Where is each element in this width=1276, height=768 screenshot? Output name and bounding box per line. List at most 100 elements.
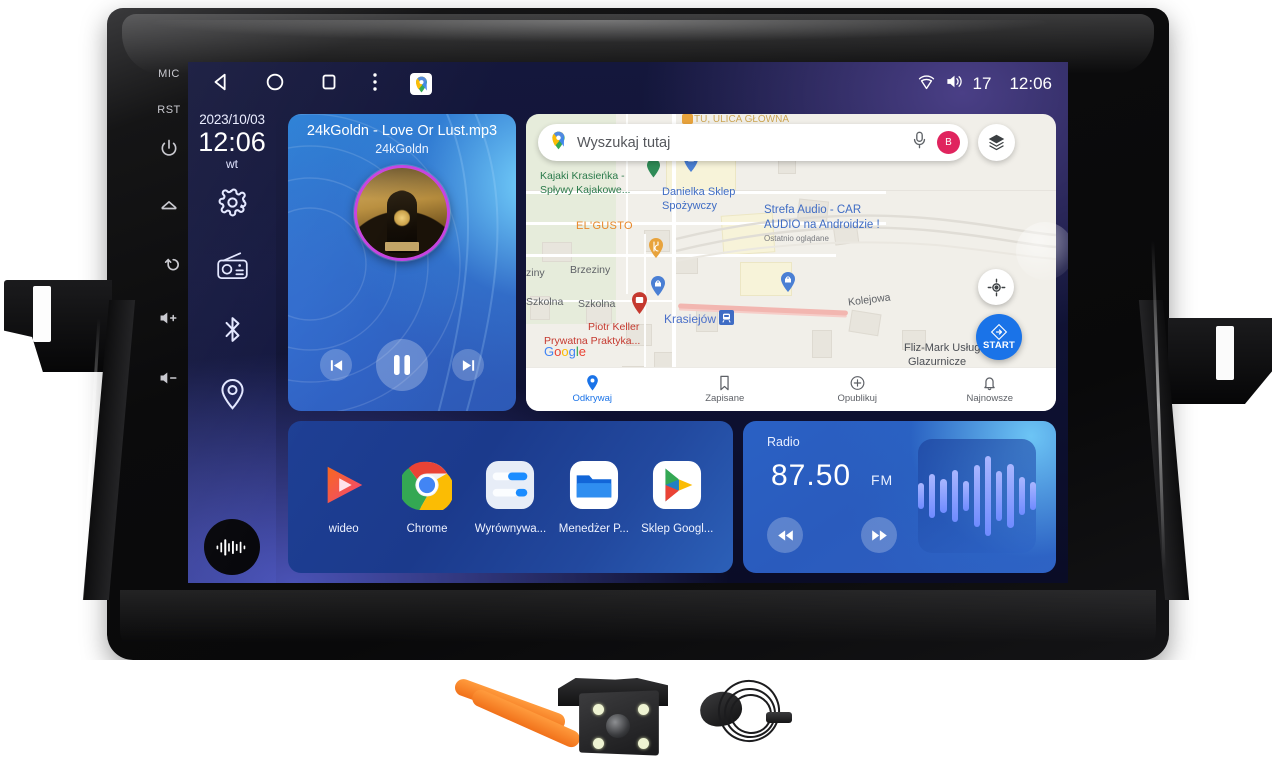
volume-status (945, 73, 964, 95)
nav-back-button[interactable] (210, 71, 232, 98)
next-track-button[interactable] (452, 349, 484, 381)
viz-bar (962, 481, 969, 511)
start-button-label: START (983, 340, 1015, 351)
viz-bar (996, 471, 1003, 521)
chrome-icon (402, 461, 453, 510)
account-avatar[interactable]: B (937, 131, 960, 154)
google-play-icon (653, 460, 702, 510)
sidebar-item-bluetooth[interactable] (220, 314, 245, 350)
volume-down-button[interactable] (150, 370, 188, 386)
play-pause-button[interactable] (376, 339, 428, 391)
sidebar-clock: 12:06 (198, 127, 266, 157)
back-button[interactable] (150, 253, 188, 273)
bell-icon (984, 377, 995, 391)
app-shortcut-video[interactable]: wideo (304, 459, 384, 535)
train-icon (722, 313, 731, 323)
radio-widget[interactable]: Radio 87.50 FM (743, 421, 1056, 573)
radio-visualizer (917, 439, 1037, 553)
music-player-widget[interactable]: 24kGoldn - Love Or Lust.mp3 24kGoldn (288, 114, 516, 411)
sidebar-weekday: wt (226, 157, 238, 172)
map-station-badge[interactable] (719, 310, 734, 325)
app-shortcut-file-manager[interactable]: Menedżer P... (554, 459, 634, 535)
wifi-status (917, 73, 936, 95)
radio-seek-up-button[interactable] (861, 517, 897, 553)
touchscreen[interactable]: 17 12:06 2023/10/03 12:06 wt 24kGoldn - … (188, 62, 1068, 583)
radio-frequency: 87.50 (771, 459, 852, 492)
map-poi-marker (682, 114, 693, 124)
map-pin-restaurant[interactable] (648, 238, 664, 258)
viz-bar (1018, 477, 1025, 515)
map-pin-clinic[interactable] (631, 292, 648, 314)
map-bottom-nav: Odkrywaj Zapisane Opublikuj Najnowsze (526, 367, 1056, 411)
app-shortcut-equalizer[interactable]: Wyrównywa... (470, 459, 550, 535)
power-button[interactable] (150, 138, 188, 158)
home-button[interactable] (150, 196, 188, 216)
sidebar-item-radio[interactable] (216, 251, 249, 286)
map-nav-label: Odkrywaj (572, 393, 613, 404)
left-bracket-slot (33, 286, 51, 342)
viz-bar (951, 470, 958, 522)
map-pin-store[interactable] (650, 276, 666, 296)
product-photo: MIC RST 17 12:06 2023/10/03 12:06 wt 24k… (0, 0, 1276, 768)
map-label-poi: AUDIO na Androidzie ! (764, 219, 880, 231)
map-nav-updates[interactable]: Najnowsze (924, 375, 1057, 404)
power-icon (161, 139, 177, 156)
physical-key-column: MIC RST (150, 62, 188, 582)
map-layers-button[interactable] (978, 124, 1015, 161)
back-icon (164, 258, 179, 271)
statusbar-app-icon[interactable] (410, 73, 432, 95)
radio-icon (216, 252, 248, 280)
audio-wave-button[interactable] (204, 519, 260, 575)
volume-down-icon (160, 372, 177, 384)
map-nav-label: Opublikuj (837, 393, 878, 404)
nav-recents-button[interactable] (318, 71, 340, 98)
seek-up-icon (871, 529, 887, 541)
app-label: wideo (328, 523, 359, 535)
my-location-button[interactable] (978, 269, 1014, 305)
map-pin-store[interactable] (780, 272, 796, 292)
map-label-street: ziny (526, 267, 545, 279)
navigation-start-button[interactable]: START (976, 314, 1022, 360)
file-manager-icon (569, 460, 618, 510)
previous-track-button[interactable] (320, 349, 352, 381)
map-label-street: Szkolna (526, 296, 564, 308)
back-triangle-icon (214, 73, 226, 90)
voice-search-button[interactable] (912, 131, 927, 154)
sidebar-item-settings[interactable] (217, 187, 248, 223)
app-shortcut-chrome[interactable]: Chrome (387, 459, 467, 535)
sidebar-item-location[interactable] (219, 378, 246, 415)
plus-circle-icon (850, 376, 865, 390)
map-nav-saved[interactable]: Zapisane (659, 375, 792, 404)
search-maps-icon-wrap (550, 131, 567, 155)
google-maps-widget[interactable]: Kajaki Krasieńka - Spływy Kajakowe... Da… (526, 114, 1056, 411)
viz-bar (985, 456, 992, 536)
map-search-input[interactable]: Wyszukaj tutaj (577, 135, 912, 151)
app-label: Chrome (406, 523, 448, 535)
bookmark-icon (720, 375, 729, 391)
map-label-sub: Ostatnio oglądane (764, 234, 829, 243)
map-label-poi: Danielka Sklep (662, 186, 736, 198)
google-watermark: Google (544, 344, 586, 359)
seek-down-icon (777, 529, 793, 541)
pause-icon (394, 355, 410, 375)
next-track-icon (462, 359, 474, 371)
radio-seek-down-button[interactable] (767, 517, 803, 553)
volume-level: 17 (972, 74, 992, 93)
map-nav-explore[interactable]: Odkrywaj (526, 375, 659, 404)
app-shortcut-play-store[interactable]: Sklep Googl... (637, 459, 717, 535)
map-label-poi: Spożywczy (662, 200, 718, 212)
nav-home-button[interactable] (264, 71, 286, 98)
map-label-street: Kolejowa (847, 291, 892, 309)
file-manager-icon-wrap (568, 459, 620, 511)
viz-bar (1029, 482, 1037, 510)
map-search-bar[interactable]: Wyszukaj tutaj B (538, 124, 968, 161)
overflow-menu-icon (373, 72, 377, 91)
map-pin-green[interactable] (646, 158, 661, 178)
map-nav-contribute[interactable]: Opublikuj (791, 375, 924, 404)
nav-overflow-button[interactable] (372, 71, 378, 98)
chrome-icon-wrap (401, 459, 453, 511)
home-circle-icon (266, 73, 284, 90)
viz-bar (973, 465, 981, 527)
volume-up-button[interactable] (150, 310, 188, 326)
explore-pin-icon (586, 375, 598, 391)
